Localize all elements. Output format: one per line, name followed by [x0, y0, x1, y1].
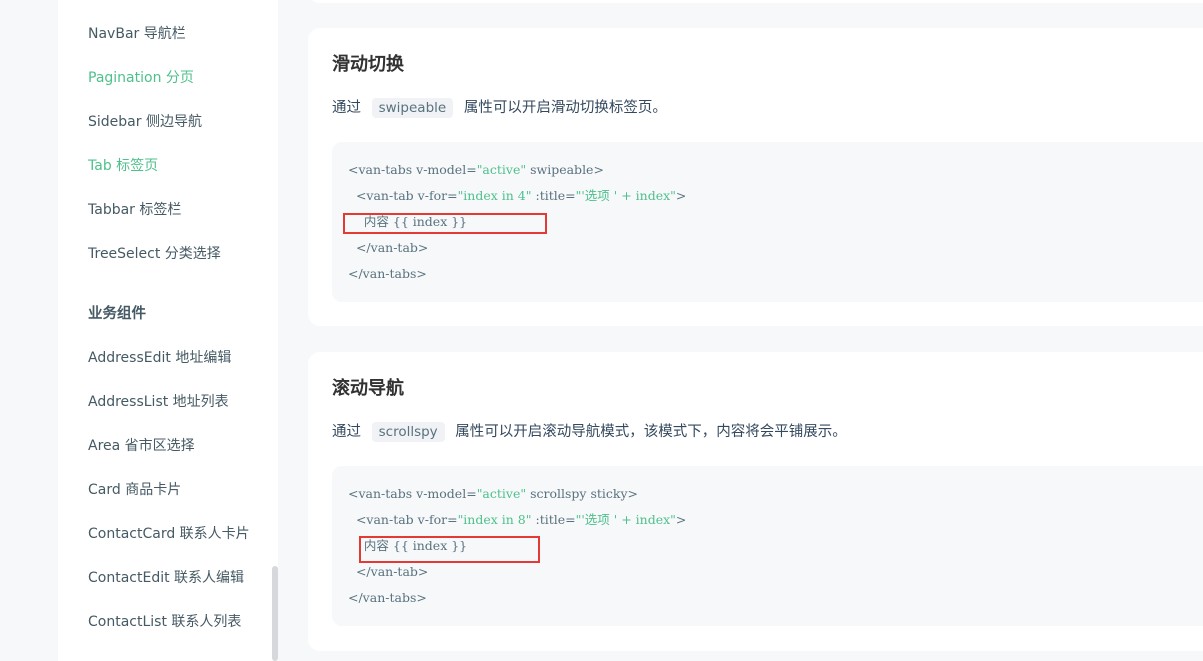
section-title: 滑动切换 — [332, 54, 404, 75]
inline-code-swipeable: swipeable — [371, 98, 454, 118]
code-line: <van-tab v-for="index in 4" :title="'选项 … — [348, 188, 687, 203]
description-suffix: 属性可以开启滚动导航模式，该模式下，内容将会平铺展示。 — [455, 424, 847, 440]
section-card-scrollspy: 滚动导航 通过 scrollspy 属性可以开启滚动导航模式，该模式下，内容将会… — [308, 352, 1203, 651]
inline-code-scrollspy: scrollspy — [371, 422, 445, 442]
description-prefix: 通过 — [332, 424, 361, 440]
sidebar-item-tabbar[interactable]: Tabbar 标签栏 — [88, 200, 181, 220]
code-line: <van-tab v-for="index in 8" :title="'选项 … — [348, 512, 687, 527]
code-line: </van-tabs> — [348, 266, 427, 281]
sidebar-item-addresslist[interactable]: AddressList 地址列表 — [88, 392, 229, 412]
sidebar-item-addressedit[interactable]: AddressEdit 地址编辑 — [88, 348, 231, 368]
sidebar-item-contactcard[interactable]: ContactCard 联系人卡片 — [88, 524, 250, 544]
sidebar-item-card[interactable]: Card 商品卡片 — [88, 480, 181, 500]
code-line: <van-tabs v-model="active" swipeable> — [348, 162, 604, 177]
sidebar-item-contactedit[interactable]: ContactEdit 联系人编辑 — [88, 568, 244, 588]
section-description: 通过 swipeable 属性可以开启滑动切换标签页。 — [332, 96, 667, 120]
sidebar-group-title: 业务组件 — [88, 306, 146, 322]
sidebar-item-area[interactable]: Area 省市区选择 — [88, 436, 195, 456]
description-prefix: 通过 — [332, 100, 361, 116]
previous-section-card — [308, 0, 1203, 3]
code-line: </van-tabs> — [348, 590, 427, 605]
highlight-box — [359, 536, 540, 563]
sidebar-item-sidebar[interactable]: Sidebar 侧边导航 — [88, 112, 202, 132]
sidebar-item-pagination[interactable]: Pagination 分页 — [88, 68, 194, 88]
code-line: </van-tab> — [348, 564, 429, 579]
sidebar: NavBar 导航栏 Pagination 分页 Sidebar 侧边导航 Ta… — [58, 0, 278, 661]
section-title: 滚动导航 — [332, 378, 404, 399]
sidebar-item-tab[interactable]: Tab 标签页 — [88, 156, 158, 176]
section-card-swipeable: 滑动切换 通过 swipeable 属性可以开启滑动切换标签页。 <van-ta… — [308, 28, 1203, 326]
sidebar-item-treeselect[interactable]: TreeSelect 分类选择 — [88, 244, 221, 264]
sidebar-item-contactlist[interactable]: ContactList 联系人列表 — [88, 612, 241, 632]
code-line: </van-tab> — [348, 240, 429, 255]
sidebar-item-navbar[interactable]: NavBar 导航栏 — [88, 24, 186, 44]
code-line: <van-tabs v-model="active" scrollspy sti… — [348, 486, 639, 501]
highlight-box — [343, 213, 547, 234]
sidebar-scrollbar[interactable] — [272, 566, 278, 661]
description-suffix: 属性可以开启滑动切换标签页。 — [463, 100, 667, 116]
section-description: 通过 scrollspy 属性可以开启滚动导航模式，该模式下，内容将会平铺展示。 — [332, 420, 847, 444]
